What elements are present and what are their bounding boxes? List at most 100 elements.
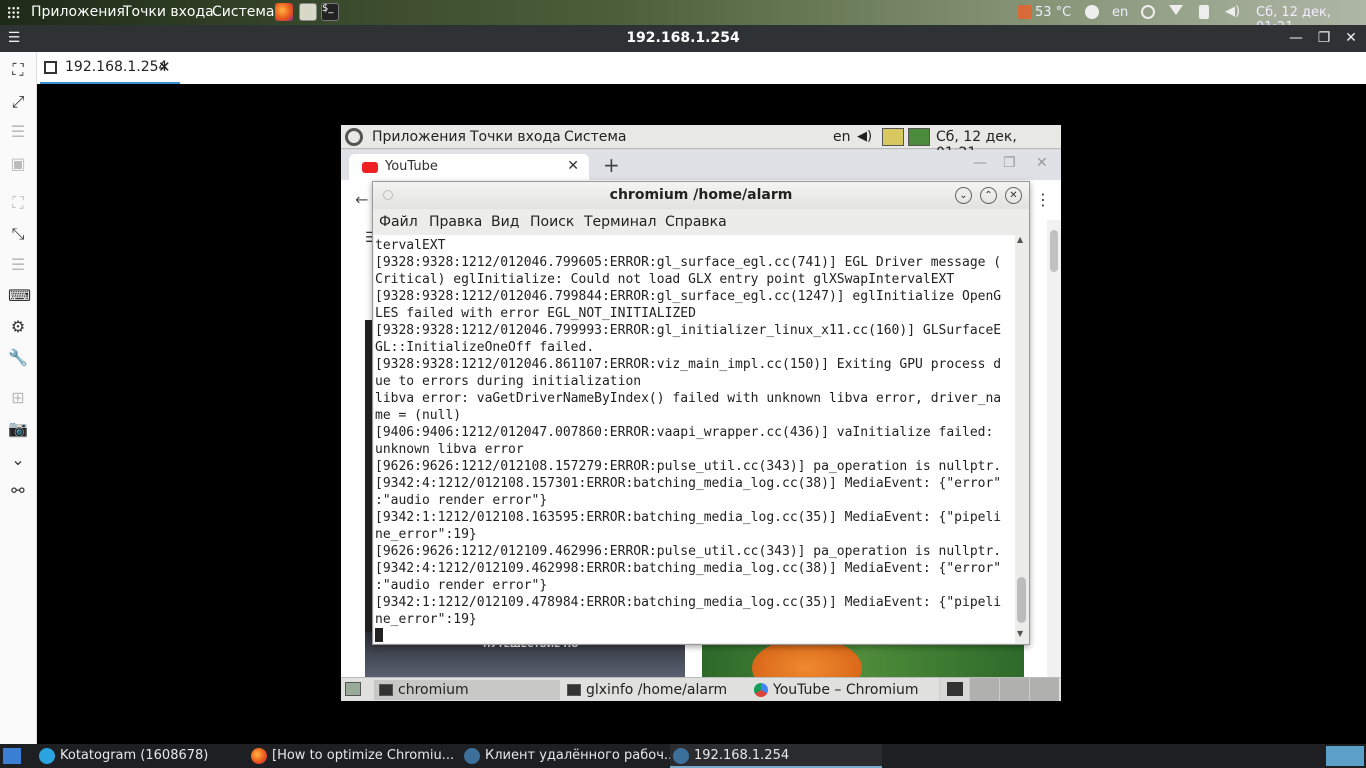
- firefox-launcher-icon[interactable]: [275, 3, 293, 21]
- taskbar-item-label: Клиент удалённого рабоч...: [485, 748, 677, 763]
- fit-window-icon[interactable]: ⛶: [8, 60, 28, 80]
- taskbar-item-firefox[interactable]: [How to optimize Chromiu...: [248, 744, 455, 768]
- terminal-title: chromium /home/alarm: [609, 187, 793, 203]
- scroll-up-arrow-icon[interactable]: ▲: [1017, 235, 1023, 244]
- menu-applications[interactable]: Приложения: [31, 4, 125, 20]
- multi-monitor-icon[interactable]: ☰: [8, 122, 28, 142]
- taskbar-item-remote-session[interactable]: 192.168.1.254: [670, 744, 882, 768]
- scroll-down-arrow-icon[interactable]: ▼: [1017, 629, 1023, 638]
- remote-desktop[interactable]: Приложения Точки входа Система en ◀) Сб,…: [341, 125, 1061, 701]
- volume-icon[interactable]: ◀): [1225, 5, 1240, 19]
- remmina-icon: [673, 748, 689, 764]
- preferences-icon[interactable]: ⚙: [8, 317, 28, 337]
- keyboard-layout[interactable]: en: [1112, 5, 1128, 20]
- tab-close-icon[interactable]: ✕: [158, 58, 171, 76]
- menu-terminal[interactable]: Терминал: [584, 214, 656, 230]
- remote-menu-applications[interactable]: Приложения: [372, 129, 466, 145]
- desktop-tab-icon: [44, 61, 57, 74]
- update-icon[interactable]: [1141, 5, 1155, 19]
- taskbar-item-terminal-glxinfo[interactable]: glxinfo /home/alarm: [562, 680, 732, 700]
- terminal-scrollbar[interactable]: ▲ ▼: [1015, 235, 1028, 643]
- workspace-switcher-4[interactable]: [1029, 678, 1059, 701]
- menu-file[interactable]: Файл: [379, 214, 418, 230]
- remote-workspace-icon[interactable]: [882, 128, 904, 146]
- remote-keyboard-layout[interactable]: en: [833, 129, 851, 145]
- taskbar-item-terminal-chromium[interactable]: chromium /home/alarm: [374, 680, 560, 700]
- apps-grid-icon[interactable]: [7, 6, 20, 19]
- taskbar-item-label: 192.168.1.254: [694, 748, 790, 763]
- maximize-button[interactable]: ❐: [1315, 29, 1333, 47]
- taskbar-item-label: glxinfo /home/alarm: [586, 682, 728, 698]
- back-arrow-icon[interactable]: ←: [355, 190, 368, 209]
- menu-system[interactable]: Система: [212, 4, 274, 20]
- menu-places[interactable]: Точки входа: [123, 4, 214, 20]
- taskbar-item-label: [How to optimize Chromiu...: [272, 748, 455, 763]
- terminal-minimize-button[interactable]: ⌄: [955, 187, 972, 204]
- host-top-panel: Приложения Точки входа Система $_ 53 °C …: [0, 0, 1366, 35]
- scale-icon[interactable]: ⤡: [8, 224, 28, 244]
- duplicate-icon[interactable]: ⊞: [8, 388, 28, 408]
- chromium-maximize-icon[interactable]: ❐: [1003, 155, 1016, 171]
- chromium-minimize-icon[interactable]: —: [973, 155, 987, 171]
- minimize-chevron-icon[interactable]: ⌄: [8, 450, 28, 470]
- taskbar-item-remote-client[interactable]: Клиент удалённого рабоч...: [461, 744, 676, 768]
- taskbar-item-chromium[interactable]: YouTube – Chromium: [749, 680, 939, 700]
- minimize-button[interactable]: —: [1287, 29, 1305, 47]
- taskbar-item-label: Kotatogram (1608678): [60, 748, 209, 763]
- taskbar-item-kotatogram[interactable]: Kotatogram (1608678): [36, 744, 244, 768]
- taskbar-item-label: chromium /home/alarm: [398, 682, 469, 698]
- terminal-maximize-button[interactable]: ⌃: [980, 187, 997, 204]
- terminal-window[interactable]: chromium /home/alarm ⌄ ⌃ ✕ Файл Правка В…: [372, 181, 1030, 645]
- page-scrollbar[interactable]: [1047, 220, 1061, 677]
- screenshot-icon[interactable]: 📷: [8, 419, 28, 439]
- close-button[interactable]: ✕: [1342, 29, 1360, 47]
- chromium-icon: [754, 683, 768, 697]
- menu-search[interactable]: Поиск: [530, 214, 574, 230]
- remote-menu-system[interactable]: Система: [564, 129, 626, 145]
- text-editor-launcher-icon[interactable]: [299, 3, 317, 21]
- distro-logo-icon[interactable]: [345, 128, 363, 146]
- desktop-icon: [3, 748, 21, 764]
- temperature-readout: 53 °C: [1035, 5, 1072, 20]
- terminal-output[interactable]: tervalEXT [9328:9328:1212/012046.799605:…: [374, 235, 1015, 643]
- tray-app-icon[interactable]: [1326, 746, 1364, 766]
- remote-top-panel: Приложения Точки входа Система en ◀) Сб,…: [341, 125, 1061, 161]
- user-icon[interactable]: [1085, 5, 1099, 19]
- tab-remote-session[interactable]: 192.168.1.254 ✕: [40, 52, 180, 84]
- taskbar-item-label: YouTube – Chromium: [773, 682, 919, 698]
- terminal-launcher-icon[interactable]: $_: [321, 3, 339, 21]
- battery-icon[interactable]: [1199, 5, 1209, 19]
- new-tab-icon[interactable]: +: [603, 153, 620, 177]
- terminal-close-button[interactable]: ✕: [1005, 187, 1022, 204]
- remote-window-title: 192.168.1.254: [626, 30, 740, 46]
- remote-volume-icon[interactable]: ◀): [857, 129, 872, 144]
- disconnect-icon[interactable]: ⚯: [8, 481, 28, 501]
- menu-view[interactable]: Вид: [491, 214, 519, 230]
- workspace-switcher-3[interactable]: [999, 678, 1029, 701]
- remote-client-titlebar: ☰ 192.168.1.254 — ❐ ✕: [0, 25, 1366, 52]
- show-desktop-button[interactable]: [0, 744, 30, 768]
- chromium-tab-youtube[interactable]: YouTube ✕: [349, 154, 589, 180]
- chromium-close-icon[interactable]: ✕: [1036, 155, 1048, 171]
- remote-menu-places[interactable]: Точки входа: [470, 129, 561, 145]
- tools-icon[interactable]: 🔧: [8, 348, 28, 368]
- dynamic-resolution-icon[interactable]: ⛶: [8, 193, 28, 213]
- menu-edit[interactable]: Правка: [429, 214, 482, 230]
- switch-tab-icon[interactable]: ☰: [8, 255, 28, 275]
- workspace-switcher-1[interactable]: [939, 678, 969, 701]
- show-desktop-icon[interactable]: [343, 680, 363, 700]
- terminal-titlebar[interactable]: chromium /home/alarm ⌄ ⌃ ✕: [373, 182, 1029, 209]
- keyboard-grab-icon[interactable]: ⌨: [8, 286, 31, 306]
- remote-toolbar: ⛶ ⤢ ☰ ▣ ⛶ ⤡ ☰ ⌨ ⚙ 🔧 ⊞ 📷 ⌄ ⚯: [0, 52, 37, 744]
- scrollbar-thumb[interactable]: [1017, 577, 1026, 623]
- workspace-switcher-2[interactable]: [969, 678, 999, 701]
- chromium-menu-icon[interactable]: ⋮: [1035, 190, 1051, 209]
- scaled-mode-icon[interactable]: ▣: [8, 154, 28, 174]
- menu-help[interactable]: Справка: [665, 214, 727, 230]
- chromium-tabstrip: YouTube ✕ + — ❐ ✕: [341, 150, 1061, 180]
- chromium-tab-close-icon[interactable]: ✕: [567, 158, 579, 174]
- wifi-icon[interactable]: [1169, 5, 1183, 15]
- fullscreen-icon[interactable]: ⤢: [8, 92, 28, 112]
- youtube-favicon-icon: [362, 162, 378, 173]
- remote-network-icon[interactable]: [908, 128, 930, 146]
